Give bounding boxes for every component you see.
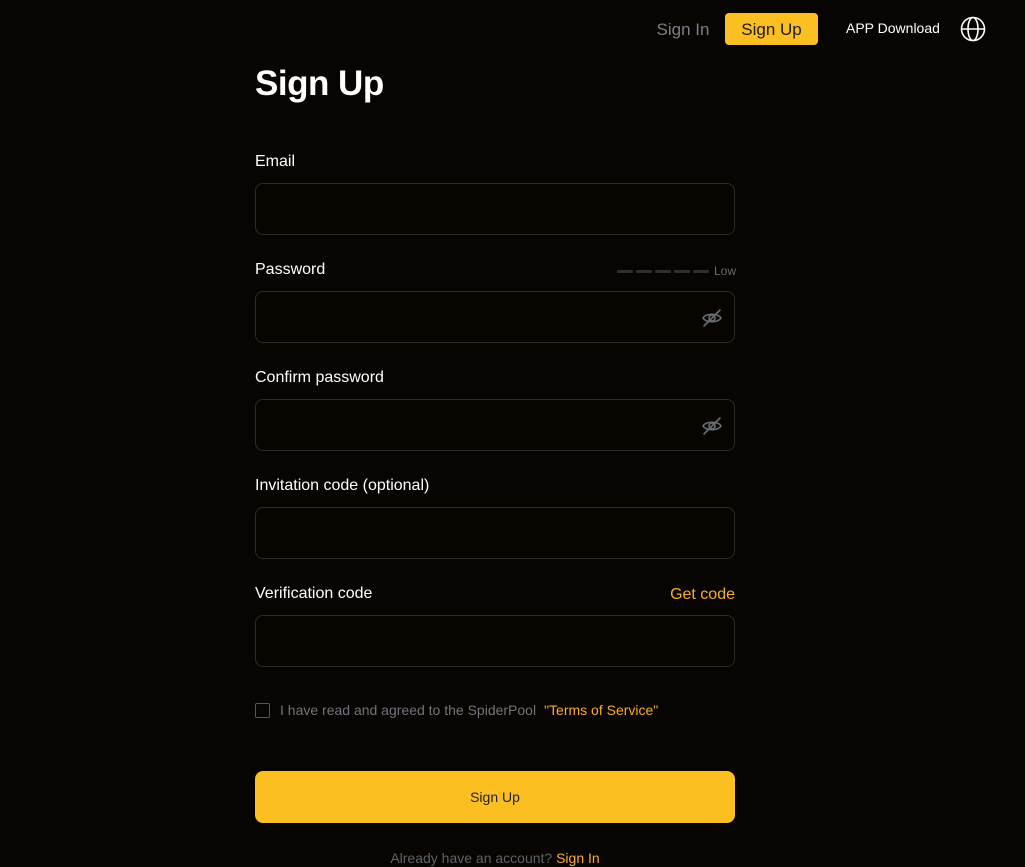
page-title: Sign Up (255, 64, 384, 103)
signin-link[interactable]: Sign In (556, 850, 600, 866)
eye-off-icon[interactable] (701, 415, 723, 437)
get-code-button[interactable]: Get code (670, 585, 735, 605)
password-label: Password (255, 261, 326, 278)
invitation-code-field-container (255, 507, 735, 559)
agreement-checkbox[interactable] (255, 702, 270, 718)
confirm-password-label: Confirm password (255, 369, 384, 386)
agreement-text: I have read and agreed to the SpiderPool (280, 702, 537, 718)
password-field-container (255, 291, 735, 343)
signin-prompt: Already have an account? Sign In (0, 849, 990, 867)
signin-prompt-text: Already have an account? (390, 850, 553, 866)
strength-segment (674, 269, 690, 273)
globe-icon[interactable] (960, 16, 986, 42)
invitation-code-label: Invitation code (optional) (255, 477, 430, 494)
app-download-link[interactable]: APP Download (846, 17, 940, 39)
nav-sign-up-button[interactable]: Sign Up (725, 13, 818, 45)
strength-segment (636, 269, 652, 273)
invitation-code-field[interactable] (256, 508, 734, 558)
verification-code-label: Verification code (255, 585, 373, 602)
password-strength-meter: Low (617, 264, 736, 278)
password-field[interactable] (256, 292, 734, 342)
strength-segment (617, 269, 633, 273)
signup-page: Sign In Sign Up APP Download Sign Up Ema… (0, 0, 1025, 867)
strength-label: Low (714, 264, 737, 278)
email-field[interactable] (256, 184, 734, 234)
confirm-password-field-container (255, 399, 735, 451)
sign-up-submit-button[interactable]: Sign Up (255, 771, 735, 823)
eye-off-icon[interactable] (701, 307, 723, 329)
strength-segment (655, 269, 671, 273)
email-label: Email (255, 153, 296, 170)
strength-segment (693, 269, 709, 273)
verification-code-field-container (255, 615, 735, 667)
confirm-password-field[interactable] (256, 400, 734, 450)
verification-code-field[interactable] (256, 616, 734, 666)
nav-sign-in-link[interactable]: Sign In (650, 17, 716, 43)
email-field-container (255, 183, 735, 235)
agreement-row: I have read and agreed to the SpiderPool… (255, 701, 658, 719)
terms-of-service-link[interactable]: "Terms of Service" (544, 702, 658, 718)
